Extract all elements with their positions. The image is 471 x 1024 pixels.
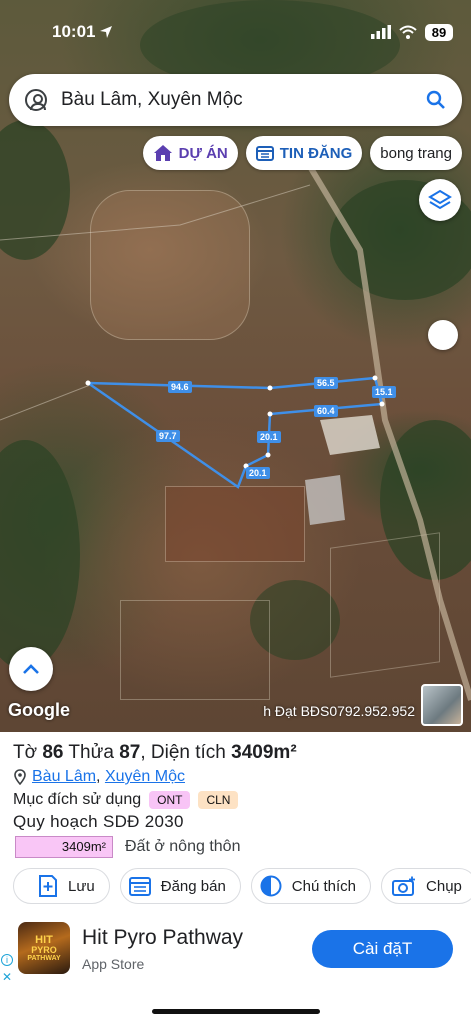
map-watermark: h Đạt BĐS0792.952.952 [263, 703, 415, 719]
plot-number: 87 [119, 742, 141, 763]
chevron-up-icon [23, 664, 39, 674]
chip-tin-dang-label: TIN ĐĂNG [279, 144, 353, 162]
status-bar: 10:01 89 [52, 18, 453, 46]
chip-du-an[interactable]: DỰ ÁN [142, 136, 238, 170]
layers-button[interactable] [419, 179, 461, 221]
chip-bong-trang[interactable]: bong trang [370, 136, 462, 170]
parcel-title: Tờ 86 Thửa 87, Diện tích 3409m² [13, 742, 297, 764]
ad-info-icon[interactable]: i [1, 954, 13, 966]
planning-type-label: Đất ở nông thôn [125, 838, 241, 855]
street-view-thumbnail[interactable] [421, 684, 463, 726]
purpose-label: Mục đích sử dụng [13, 791, 142, 808]
calendar-icon [128, 877, 151, 896]
app-logo[interactable]: HIT PYRO PATHWAY [18, 922, 70, 974]
capture-button[interactable]: Chụp [381, 868, 471, 904]
chip-du-an-label: DỰ ÁN [178, 144, 228, 162]
home-indicator[interactable] [152, 1009, 320, 1014]
parcel-edge-label: 56.5 [314, 377, 338, 389]
commune-link[interactable]: Bàu Lâm [32, 768, 96, 785]
ad-banner[interactable]: HIT PYRO PATHWAY Hit Pyro Pathway App St… [0, 910, 471, 988]
account-icon[interactable] [25, 89, 47, 111]
ad-app-name[interactable]: Hit Pyro Pathway [82, 926, 243, 950]
search-bar[interactable]: Bàu Lâm, Xuyên Mộc [9, 74, 462, 126]
title-area-text: , Diện tích [140, 742, 232, 763]
action-buttons: Lưu Đăng bán Chú thích Chụp [13, 868, 471, 904]
chip-tin-dang[interactable]: TIN ĐĂNG [245, 136, 363, 170]
land-use-purpose: Mục đích sử dụng ONT CLN [13, 791, 239, 809]
app-logo-text: PATHWAY [27, 954, 61, 962]
parcel-edge-label: 97.7 [156, 430, 180, 442]
search-text[interactable]: Bàu Lâm, Xuyên Mộc [61, 89, 426, 111]
status-time-group: 10:01 [52, 22, 113, 42]
location-separator: , [96, 768, 105, 785]
battery-indicator: 89 [425, 23, 453, 41]
save-button[interactable]: Lưu [13, 868, 110, 904]
parcel-edge-label: 20.1 [246, 467, 270, 479]
district-link[interactable]: Xuyên Mộc [105, 768, 185, 785]
post-sale-label: Đăng bán [160, 877, 226, 895]
contrast-icon [260, 875, 282, 897]
sheet-number: 86 [42, 742, 64, 763]
app-logo-text: HIT [35, 933, 53, 946]
house-icon [153, 145, 172, 161]
post-sale-button[interactable]: Đăng bán [119, 868, 241, 904]
parcel-edge-label: 60.4 [314, 405, 338, 417]
location-arrow-icon [100, 26, 113, 38]
legend-button[interactable]: Chú thích [250, 868, 372, 904]
tag-ont: ONT [149, 791, 191, 809]
calendar-icon [255, 146, 274, 161]
signal-icon [371, 25, 391, 39]
tag-cln: CLN [198, 791, 239, 809]
status-indicators: 89 [371, 23, 453, 41]
title-mid: Thửa [63, 742, 120, 763]
chip-bong-trang-label: bong trang [380, 144, 452, 162]
planning-title: Quy hoạch SDĐ 2030 [13, 812, 184, 831]
parcel-location: Bàu Lâm, Xuyên Mộc [14, 768, 185, 786]
parcel-edge-label: 15.1 [372, 386, 396, 398]
add-bookmark-icon [39, 875, 57, 897]
save-label: Lưu [68, 877, 95, 895]
parcel-info-sheet: Tờ 86 Thửa 87, Diện tích 3409m² Bàu Lâm,… [0, 732, 471, 1024]
filter-chips: DỰ ÁN TIN ĐĂNG bong trang [142, 136, 462, 170]
status-time: 10:01 [52, 22, 96, 41]
ad-close-icon[interactable]: ✕ [2, 970, 12, 984]
app-logo-text: PYRO [31, 944, 57, 955]
planning-legend-row: 3409m² Đất ở nông thôn [15, 836, 240, 858]
title-prefix: Tờ [13, 742, 43, 763]
ad-store-label: App Store [82, 956, 145, 972]
planning-area-box: 3409m² [15, 836, 113, 858]
layers-icon [428, 189, 452, 210]
install-button[interactable]: Cài đặT [312, 930, 453, 968]
parcel-edge-label: 94.6 [168, 381, 192, 393]
legend-label: Chú thích [291, 877, 357, 895]
parcel-edge-label: 20.1 [257, 431, 281, 443]
expand-up-button[interactable] [9, 647, 53, 691]
capture-label: Chụp [426, 877, 462, 895]
satellite-map[interactable]: 94.6 56.5 15.1 60.4 97.7 20.1 20.1 10:01… [0, 0, 471, 732]
wifi-icon [399, 25, 417, 39]
search-icon[interactable] [426, 90, 446, 110]
location-pin-icon [14, 769, 26, 785]
google-logo: Google [8, 700, 70, 720]
area-value: 3409m² [231, 742, 297, 763]
map-dot-button[interactable] [428, 320, 458, 350]
add-photo-icon [392, 876, 416, 896]
